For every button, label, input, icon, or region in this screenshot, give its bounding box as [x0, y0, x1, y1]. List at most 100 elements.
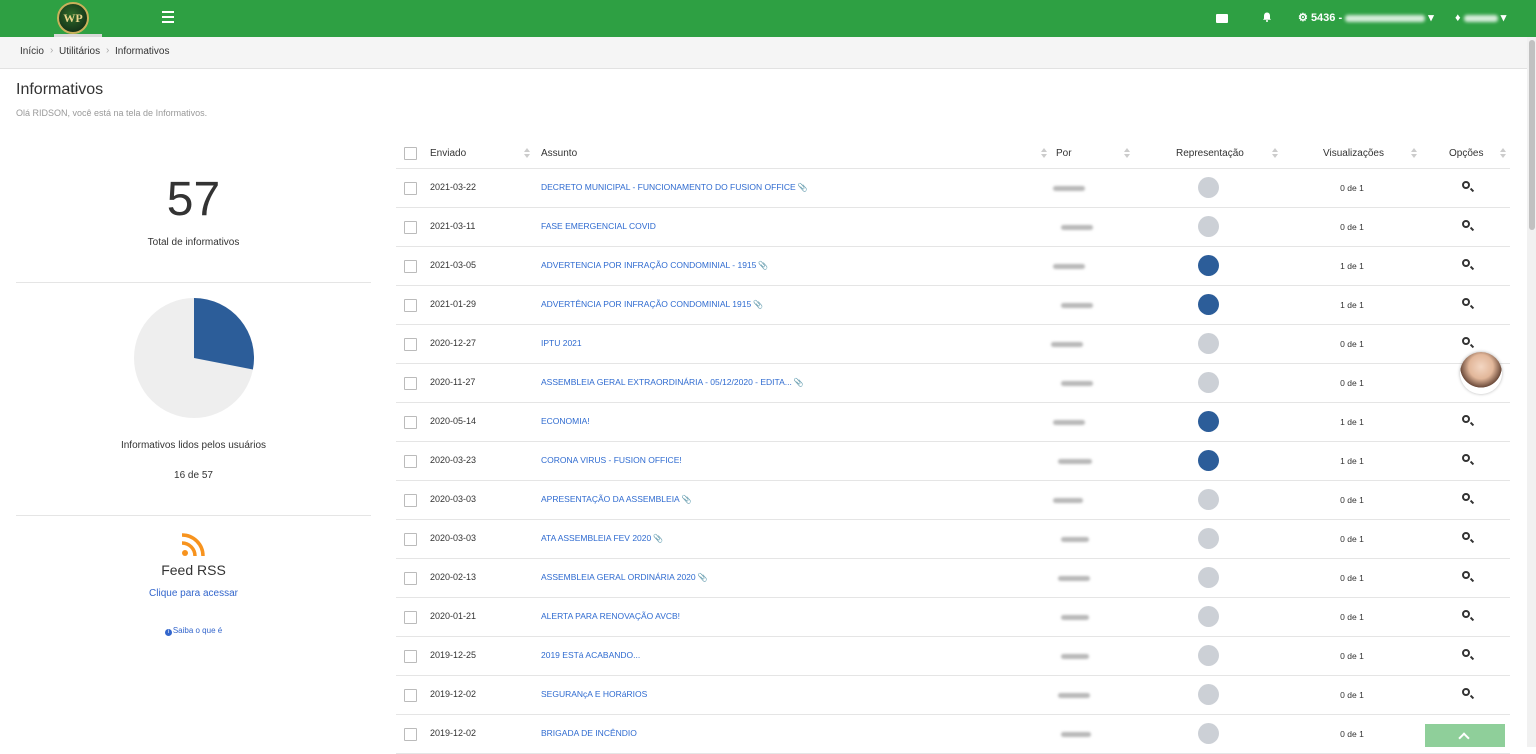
row-author-redacted — [1053, 186, 1085, 191]
bell-icon[interactable] — [1262, 12, 1272, 22]
sort-icon[interactable] — [1500, 147, 1506, 159]
row-checkbox[interactable] — [404, 533, 417, 546]
row-subject-link[interactable]: ADVERTÊNCIA POR INFRAÇÃO CONDOMINIAL 191… — [541, 299, 763, 309]
rss-icon[interactable] — [181, 533, 205, 557]
search-icon[interactable] — [1462, 571, 1470, 579]
row-author-redacted — [1061, 303, 1093, 308]
row-subject-text: CORONA VIRUS - FUSION OFFICE! — [541, 455, 682, 465]
search-icon[interactable] — [1462, 220, 1470, 228]
col-por[interactable]: Por — [1056, 148, 1072, 159]
sort-icon[interactable] — [1041, 147, 1047, 159]
logo[interactable]: WP — [57, 2, 89, 34]
row-subject-link[interactable]: APRESENTAÇÃO DA ASSEMBLEIA 📎 — [541, 494, 692, 504]
search-icon[interactable] — [1462, 688, 1470, 696]
read-pie-chart — [134, 298, 254, 418]
unread-status-dot — [1198, 489, 1219, 510]
sort-icon[interactable] — [1124, 147, 1130, 159]
row-checkbox[interactable] — [404, 689, 417, 702]
pie-read-slice — [194, 298, 254, 370]
search-icon[interactable] — [1462, 259, 1470, 267]
row-checkbox[interactable] — [404, 416, 417, 429]
select-all-checkbox[interactable] — [404, 147, 417, 160]
row-subject-link[interactable]: SEGURANçA E HORáRIOS — [541, 689, 647, 699]
rss-access-link[interactable]: Clique para acessar — [16, 588, 371, 599]
row-views: 1 de 1 — [1340, 300, 1364, 310]
table-header: Enviado Assunto Por Representação Visual… — [396, 137, 1510, 169]
sort-icon[interactable] — [1272, 147, 1278, 159]
table-row: 2021-03-05 ADVERTENCIA POR INFRAÇÃO CONDO… — [396, 247, 1510, 286]
envelope-icon[interactable] — [1216, 14, 1228, 23]
row-date: 2020-03-23 — [430, 455, 477, 465]
support-avatar[interactable] — [1460, 352, 1502, 394]
col-assunto[interactable]: Assunto — [541, 148, 577, 159]
user-menu[interactable]: ♦ ▾ — [1455, 11, 1506, 25]
row-subject-link[interactable]: ASSEMBLEIA GERAL ORDINÁRIA 2020 📎 — [541, 572, 708, 582]
sort-icon[interactable] — [524, 147, 530, 159]
row-subject-text: DECRETO MUNICIPAL - FUNCIONAMENTO DO FUS… — [541, 182, 796, 192]
col-representacao[interactable]: Representação — [1176, 148, 1244, 159]
row-checkbox[interactable] — [404, 572, 417, 585]
search-icon[interactable] — [1462, 415, 1470, 423]
row-date: 2021-03-22 — [430, 182, 477, 192]
row-subject-link[interactable]: FASE EMERGENCIAL COVID — [541, 221, 656, 231]
row-subject-link[interactable]: 2019 ESTá ACABANDO... — [541, 650, 640, 660]
row-date: 2020-12-27 — [430, 338, 477, 348]
company-selector[interactable]: ⚙ 5436 - ▾ — [1298, 11, 1434, 25]
row-subject-text: ASSEMBLEIA GERAL EXTRAORDINÁRIA - 05/12/… — [541, 377, 792, 387]
total-label: Total de informativos — [147, 237, 240, 248]
row-subject-link[interactable]: DECRETO MUNICIPAL - FUNCIONAMENTO DO FUS… — [541, 182, 808, 192]
row-subject-link[interactable]: ALERTA PARA RENOVAÇÃO AVCB! — [541, 611, 680, 621]
search-icon[interactable] — [1462, 298, 1470, 306]
row-subject-link[interactable]: IPTU 2021 — [541, 338, 582, 348]
sort-icon[interactable] — [1411, 147, 1417, 159]
row-checkbox[interactable] — [404, 182, 417, 195]
row-checkbox[interactable] — [404, 299, 417, 312]
row-author-redacted — [1058, 693, 1090, 698]
paperclip-icon: 📎 — [793, 378, 804, 387]
row-checkbox[interactable] — [404, 260, 417, 273]
col-enviado[interactable]: Enviado — [430, 148, 466, 159]
breadcrumb-home[interactable]: Início — [20, 46, 44, 57]
unread-status-dot — [1198, 606, 1219, 627]
row-checkbox[interactable] — [404, 377, 417, 390]
scrollbar-thumb[interactable] — [1529, 40, 1535, 230]
row-subject-link[interactable]: ASSEMBLEIA GERAL EXTRAORDINÁRIA - 05/12/… — [541, 377, 804, 387]
row-subject-link[interactable]: CORONA VIRUS - FUSION OFFICE! — [541, 455, 682, 465]
row-subject-text: APRESENTAÇÃO DA ASSEMBLEIA — [541, 494, 680, 504]
row-checkbox[interactable] — [404, 338, 417, 351]
row-subject-text: ADVERTÊNCIA POR INFRAÇÃO CONDOMINIAL 191… — [541, 299, 752, 309]
rss-help-link[interactable]: i Saiba o que é — [16, 626, 371, 636]
search-icon[interactable] — [1462, 610, 1470, 618]
row-subject-link[interactable]: BRIGADA DE INCÊNDIO — [541, 728, 637, 738]
search-icon[interactable] — [1462, 181, 1470, 189]
row-checkbox[interactable] — [404, 611, 417, 624]
row-checkbox[interactable] — [404, 221, 417, 234]
row-checkbox[interactable] — [404, 494, 417, 507]
rss-help-text: Saiba o que é — [172, 626, 223, 635]
row-checkbox[interactable] — [404, 650, 417, 663]
breadcrumb-utilities[interactable]: Utilitários — [59, 46, 100, 57]
row-checkbox[interactable] — [404, 455, 417, 468]
row-views: 0 de 1 — [1340, 222, 1364, 232]
table-row: 2019-12-02 BRIGADA DE INCÊNDIO 0 de 1 — [396, 715, 1510, 754]
row-subject-link[interactable]: ATA ASSEMBLEIA FEV 2020 📎 — [541, 533, 663, 543]
row-checkbox[interactable] — [404, 728, 417, 741]
paperclip-icon: 📎 — [753, 300, 764, 309]
row-subject-text: 2019 ESTá ACABANDO... — [541, 650, 641, 660]
table-row: 2021-01-29 ADVERTÊNCIA POR INFRAÇÃO CONDO… — [396, 286, 1510, 325]
unread-status-dot — [1198, 567, 1219, 588]
search-icon[interactable] — [1462, 649, 1470, 657]
search-icon[interactable] — [1462, 454, 1470, 462]
unread-status-dot — [1198, 216, 1219, 237]
search-icon[interactable] — [1462, 337, 1470, 345]
row-subject-link[interactable]: ECONOMIA! — [541, 416, 590, 426]
menu-icon[interactable] — [162, 11, 174, 25]
row-author-redacted — [1061, 615, 1089, 620]
back-to-top-button[interactable] — [1425, 724, 1505, 747]
row-subject-link[interactable]: ADVERTENCIA POR INFRAÇÃO CONDOMINIAL - 1… — [541, 260, 768, 270]
row-subject-text: ASSEMBLEIA GERAL ORDINÁRIA 2020 — [541, 572, 696, 582]
col-visualizacoes[interactable]: Visualizações — [1323, 148, 1384, 159]
search-icon[interactable] — [1462, 532, 1470, 540]
row-views: 0 de 1 — [1340, 183, 1364, 193]
search-icon[interactable] — [1462, 493, 1470, 501]
